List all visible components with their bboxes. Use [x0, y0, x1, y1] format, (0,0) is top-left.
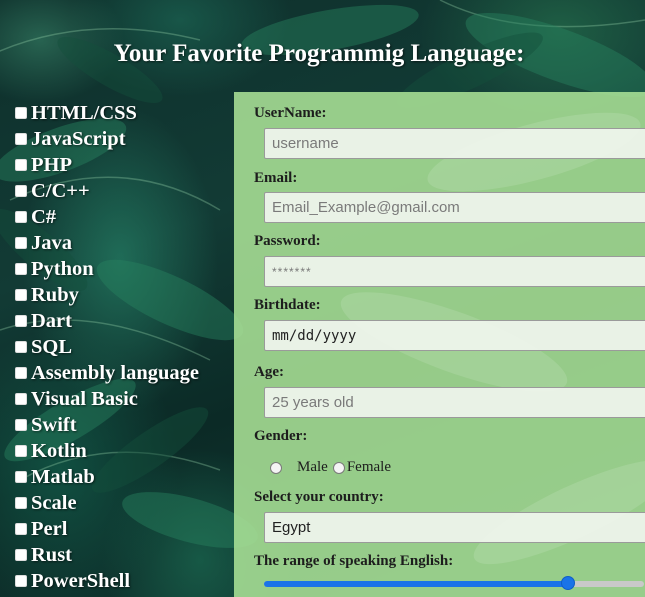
english-range-track[interactable] — [264, 581, 644, 587]
checkbox[interactable] — [15, 211, 27, 223]
language-option[interactable]: Kotlin — [14, 438, 199, 464]
checkbox[interactable] — [15, 575, 27, 587]
checkbox[interactable] — [15, 315, 27, 327]
language-option[interactable]: Assembly language — [14, 360, 199, 386]
language-label: Java — [31, 231, 72, 254]
password-input[interactable]: ******* — [264, 256, 645, 287]
checkbox[interactable] — [15, 263, 27, 275]
english-range-thumb[interactable] — [561, 576, 575, 590]
gender-radio-female[interactable] — [332, 461, 345, 474]
language-label: Assembly language — [31, 361, 200, 384]
checkbox[interactable] — [15, 185, 27, 197]
checkbox[interactable] — [15, 159, 27, 171]
registration-form: UserName: username Email: Email_Example@… — [234, 92, 645, 597]
language-option[interactable]: C# — [14, 204, 199, 230]
language-option[interactable]: JavaScript — [14, 126, 199, 152]
gender-label: Gender: — [254, 428, 308, 444]
language-label: HTML/CSS — [31, 101, 137, 124]
gender-male-label: Male — [297, 459, 328, 475]
language-label: Python — [31, 257, 94, 280]
password-label: Password: — [254, 233, 321, 249]
age-input[interactable]: 25 years old — [264, 387, 645, 418]
checkbox[interactable] — [15, 367, 27, 379]
language-label: Visual Basic — [31, 387, 138, 410]
language-label: Dart — [31, 309, 72, 332]
country-select[interactable]: Egypt — [264, 512, 645, 543]
username-input[interactable]: username — [264, 128, 645, 159]
language-option[interactable]: PowerShell — [14, 568, 199, 594]
age-placeholder: 25 years old — [272, 394, 354, 411]
checkbox[interactable] — [15, 549, 27, 561]
language-label: C# — [31, 205, 57, 228]
language-label: PHP — [31, 153, 72, 176]
gender-options: Male Female — [270, 459, 391, 476]
email-label: Email: — [254, 170, 298, 186]
language-option[interactable]: PHP — [14, 152, 199, 178]
username-label: UserName: — [254, 105, 327, 121]
language-option[interactable]: Dart — [14, 308, 199, 334]
birthdate-placeholder: mm/dd/yyyy — [272, 327, 357, 344]
birthdate-label: Birthdate: — [254, 297, 321, 313]
checkbox[interactable] — [15, 419, 27, 431]
language-label: SQL — [31, 335, 73, 358]
country-selected-value: Egypt — [272, 519, 311, 536]
checkbox[interactable] — [15, 523, 27, 535]
language-option[interactable]: Matlab — [14, 464, 199, 490]
language-label: C/C++ — [31, 179, 90, 202]
language-label: JavaScript — [31, 127, 126, 150]
checkbox[interactable] — [15, 133, 27, 145]
gender-radio-male[interactable] — [270, 461, 282, 474]
checkbox[interactable] — [15, 445, 27, 457]
language-option[interactable]: Python — [14, 256, 199, 282]
checkbox[interactable] — [15, 341, 27, 353]
checkbox[interactable] — [15, 393, 27, 405]
language-option[interactable]: Swift — [14, 412, 199, 438]
language-label: Perl — [31, 517, 68, 540]
language-option[interactable]: Scale — [14, 490, 199, 516]
english-range-fill — [264, 581, 568, 587]
language-option[interactable]: Perl — [14, 516, 199, 542]
checkbox[interactable] — [15, 107, 27, 119]
gender-female-label: Female — [346, 459, 391, 475]
birthdate-input[interactable]: mm/dd/yyyy — [264, 320, 645, 351]
username-placeholder: username — [272, 135, 339, 152]
english-range-label: The range of speaking English: — [254, 553, 454, 569]
language-option[interactable]: C/C++ — [14, 178, 199, 204]
language-option[interactable]: SQL — [14, 334, 199, 360]
language-option[interactable]: Visual Basic — [14, 386, 199, 412]
language-label: Rust — [31, 543, 73, 566]
language-label: PowerShell — [31, 569, 131, 592]
language-option[interactable]: Ruby — [14, 282, 199, 308]
language-option[interactable]: Java — [14, 230, 199, 256]
email-input[interactable]: Email_Example@gmail.com — [264, 192, 645, 223]
language-label: Ruby — [31, 283, 79, 306]
checkbox[interactable] — [15, 289, 27, 301]
page-title: Your Favorite Programmig Language: — [113, 40, 525, 67]
email-placeholder: Email_Example@gmail.com — [272, 199, 460, 216]
checkbox[interactable] — [15, 237, 27, 249]
password-placeholder: ******* — [272, 264, 312, 279]
language-label: Kotlin — [31, 439, 87, 462]
language-option[interactable]: HTML/CSS — [14, 100, 199, 126]
age-label: Age: — [254, 364, 284, 380]
language-option[interactable]: Rust — [14, 542, 199, 568]
checkbox[interactable] — [15, 497, 27, 509]
language-checkbox-list: HTML/CSS JavaScript PHP C/C++ C# Java Py… — [14, 100, 199, 594]
language-label: Matlab — [31, 465, 95, 488]
country-label: Select your country: — [254, 489, 384, 505]
checkbox[interactable] — [15, 471, 27, 483]
language-label: Swift — [31, 413, 77, 436]
language-label: Scale — [31, 491, 77, 514]
